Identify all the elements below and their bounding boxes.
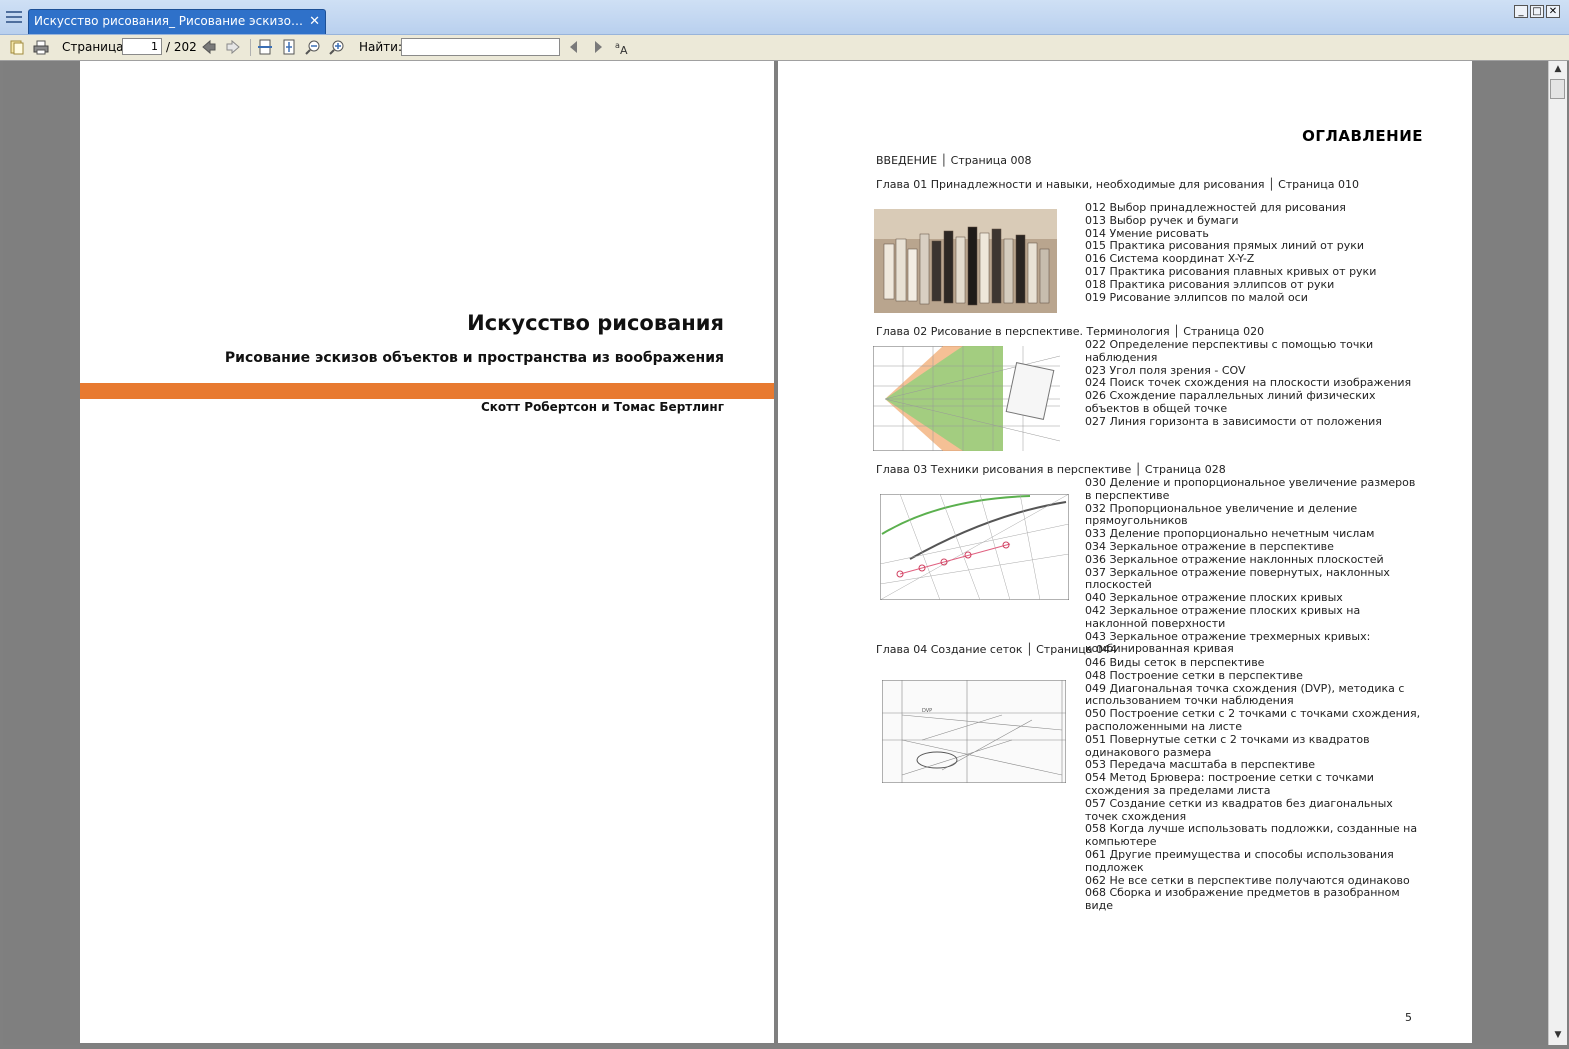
print-icon[interactable] xyxy=(33,39,49,55)
zoom-out-icon[interactable] xyxy=(305,39,321,55)
scroll-down-icon[interactable]: ▼ xyxy=(1549,1027,1567,1043)
open-icon[interactable] xyxy=(9,39,25,55)
tab-title: Искусство рисования_ Рисование эскизов о… xyxy=(34,14,306,28)
toc-item[interactable]: 026 Схождение параллельных линий физичес… xyxy=(1085,389,1425,416)
chapter-title: Глава 03 Техники рисования в перспективе… xyxy=(876,463,1226,476)
toc-item[interactable]: 050 Построение сетки с 2 точками с точка… xyxy=(1085,707,1425,734)
chapter-title: Глава 04 Создание сеток │ Страница 044 xyxy=(876,643,1117,656)
search-input[interactable] xyxy=(401,38,560,56)
chapter-items: 022 Определение перспективы с помощью то… xyxy=(1085,338,1425,429)
toc-item[interactable]: 061 Другие преимущества и способы исполь… xyxy=(1085,848,1425,875)
grid-sketch-thumbnail: DVP xyxy=(882,680,1066,783)
chapter-items: 030 Деление и пропорциональное увеличени… xyxy=(1085,476,1425,657)
minimize-button[interactable]: _ xyxy=(1514,5,1528,18)
chapter-title: Глава 02 Рисование в перспективе. Термин… xyxy=(876,325,1265,338)
toc-item[interactable]: 034 Зеркальное отражение в перспективе xyxy=(1085,540,1425,554)
menu-icon[interactable] xyxy=(6,11,22,25)
toc-item[interactable]: 030 Деление и пропорциональное увеличени… xyxy=(1085,476,1425,503)
zoom-in-icon[interactable] xyxy=(329,39,345,55)
chapter-items: 012 Выбор принадлежностей для рисования … xyxy=(1085,201,1425,305)
match-case-icon[interactable]: a A xyxy=(614,39,630,55)
maximize-button[interactable]: □ xyxy=(1530,5,1544,18)
page-label: Страница: xyxy=(62,40,128,54)
prev-page-icon[interactable] xyxy=(201,39,217,55)
vertical-scrollbar[interactable]: ▲ ▼ xyxy=(1548,61,1567,1045)
toc-item[interactable]: 048 Построение сетки в перспективе xyxy=(1085,669,1425,683)
svg-text:DVP: DVP xyxy=(922,708,932,714)
toolbar: Страница: / 202 Найти: a A xyxy=(0,35,1569,61)
page-cover: Искусство рисования Рисование эскизов об… xyxy=(80,61,774,1043)
toolbar-separator xyxy=(250,39,251,56)
scroll-up-icon[interactable]: ▲ xyxy=(1549,61,1567,77)
toc-item[interactable]: 017 Практика рисования плавных кривых от… xyxy=(1085,265,1425,279)
chapter-items: 046 Виды сеток в перспективе 048 Построе… xyxy=(1085,656,1425,913)
toc-item[interactable]: 037 Зеркальное отражение повернутых, нак… xyxy=(1085,566,1425,593)
tab-close-icon[interactable]: ✕ xyxy=(309,10,320,33)
toc-item[interactable]: 019 Рисование эллипсов по малой оси xyxy=(1085,291,1425,305)
scroll-thumb[interactable] xyxy=(1550,79,1565,99)
document-viewer[interactable]: Искусство рисования Рисование эскизов об… xyxy=(3,61,1548,1045)
page-number: 5 xyxy=(1405,1011,1412,1024)
document-tab[interactable]: Искусство рисования_ Рисование эскизов о… xyxy=(28,9,326,34)
toc-item[interactable]: 042 Зеркальное отражение плоских кривых … xyxy=(1085,604,1425,631)
toc-item[interactable]: 018 Практика рисования эллипсов от руки xyxy=(1085,278,1425,292)
page-table-of-contents: ОГЛАВЛЕНИЕ ВВЕДЕНИЕ │ Страница 008 Глава… xyxy=(778,61,1472,1043)
toc-item[interactable]: 022 Определение перспективы с помощью то… xyxy=(1085,338,1425,365)
accent-bar xyxy=(80,383,774,399)
toc-item[interactable]: 051 Повернутые сетки с 2 точками из квад… xyxy=(1085,733,1425,760)
find-label: Найти: xyxy=(359,40,403,54)
toc-item[interactable]: 032 Пропорциональное увеличение и делени… xyxy=(1085,502,1425,529)
page-number-input[interactable] xyxy=(122,38,162,55)
toc-item[interactable]: 013 Выбор ручек и бумаги xyxy=(1085,214,1425,228)
find-next-icon[interactable] xyxy=(590,39,606,55)
toc-item[interactable]: 043 Зеркальное отражение трехмерных крив… xyxy=(1085,630,1425,657)
book-authors: Скотт Робертсон и Томас Бертлинг xyxy=(480,400,724,414)
close-window-button[interactable]: ✕ xyxy=(1546,5,1560,18)
toc-item[interactable]: 068 Сборка и изображение предметов в раз… xyxy=(1085,887,1425,913)
toc-heading: ОГЛАВЛЕНИЕ xyxy=(1302,127,1423,145)
pens-photo-thumbnail xyxy=(874,209,1057,313)
book-title: Искусство рисования xyxy=(467,311,724,335)
toc-item[interactable]: 036 Зеркальное отражение наклонных плоск… xyxy=(1085,553,1425,567)
mirroring-diagram-thumbnail xyxy=(880,494,1069,600)
fit-width-icon[interactable] xyxy=(257,39,273,55)
toc-item[interactable]: 057 Создание сетки из квадратов без диаг… xyxy=(1085,797,1425,824)
toc-item[interactable]: 027 Линия горизонта в зависимости от пол… xyxy=(1085,415,1425,429)
find-prev-icon[interactable] xyxy=(566,39,582,55)
chapter-title: Глава 01 Принадлежности и навыки, необхо… xyxy=(876,178,1359,191)
page-total: / 202 xyxy=(166,40,197,54)
toc-item[interactable]: 058 Когда лучше использовать подложки, с… xyxy=(1085,823,1425,849)
title-bar: Искусство рисования_ Рисование эскизов о… xyxy=(0,0,1569,35)
toc-item[interactable]: 049 Диагональная точка схождения (DVP), … xyxy=(1085,682,1425,709)
book-subtitle: Рисование эскизов объектов и пространств… xyxy=(224,350,724,366)
svg-text:A: A xyxy=(620,44,628,55)
toc-item[interactable]: 054 Метод Брювера: построение сетки с то… xyxy=(1085,771,1425,798)
toc-intro: ВВЕДЕНИЕ │ Страница 008 xyxy=(876,154,1032,167)
fit-page-icon[interactable] xyxy=(281,39,297,55)
toc-item[interactable]: 012 Выбор принадлежностей для рисования xyxy=(1085,201,1425,215)
next-page-icon[interactable] xyxy=(225,39,241,55)
toc-item[interactable]: 046 Виды сеток в перспективе xyxy=(1085,656,1425,670)
perspective-diagram-thumbnail xyxy=(873,346,1060,451)
